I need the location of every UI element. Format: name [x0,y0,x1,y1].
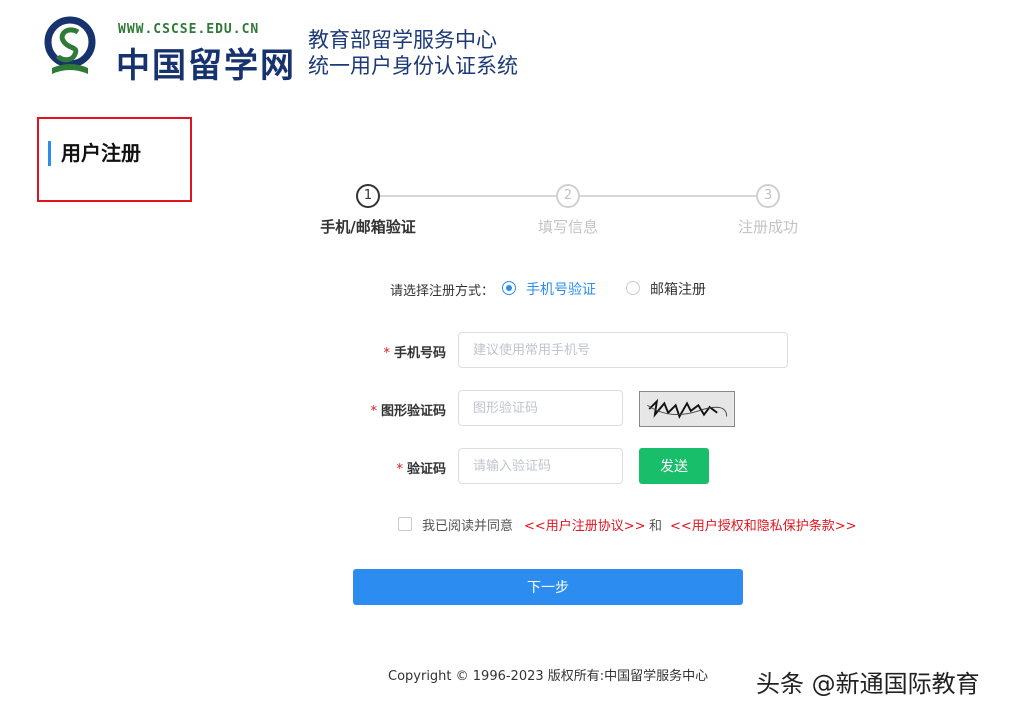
captcha-image[interactable] [639,391,735,427]
agree-checkbox[interactable] [398,517,412,531]
step-2-label: 填写信息 [537,218,598,236]
code-input[interactable] [458,448,623,484]
step-connector-2 [580,195,756,197]
privacy-terms-link[interactable]: <<用户授权和隐私保护条款>> [670,515,857,534]
system-title-line1: 教育部留学服务中心 [308,28,497,52]
radio-phone-label[interactable]: 手机号验证 [526,279,596,299]
required-mark: * [396,462,403,477]
phone-label: * 手机号码 [346,342,446,361]
cscse-logo-icon [44,16,96,74]
step-1-label: 手机/邮箱验证 [320,218,416,236]
radio-phone[interactable] [502,281,516,295]
code-label-text: 验证码 [406,462,446,477]
phone-label-text: 手机号码 [393,346,446,361]
captcha-input[interactable] [458,390,623,426]
user-agreement-link[interactable]: <<用户注册协议>> [524,515,646,534]
step-3-circle: 3 [756,184,780,208]
phone-input[interactable] [458,332,788,368]
code-label: * 验证码 [346,458,446,477]
agree-text: 我已阅读并同意 [422,519,514,534]
captcha-label-text: 图形验证码 [380,404,446,419]
logo-url-text: WWW.CSCSE.EDU.CN [118,22,260,37]
page-title: 用户注册 [61,141,141,165]
system-title-line2: 统一用户身份认证系统 [308,54,518,78]
required-mark: * [383,346,390,361]
next-step-button[interactable]: 下一步 [353,569,743,605]
method-label: 请选择注册方式： [390,284,495,299]
step-3-label: 注册成功 [737,218,798,236]
captcha-label: * 图形验证码 [346,400,446,419]
agree-conjunction: 和 [649,519,663,534]
system-title: 教育部留学服务中心 统一用户身份认证系统 [308,27,518,79]
radio-email-label[interactable]: 邮箱注册 [650,279,706,299]
radio-email[interactable] [626,281,640,295]
logo-name-text: 中国留学网 [116,46,296,86]
required-mark: * [370,404,377,419]
watermark-text: 头条 @新通国际教育 [756,670,980,698]
step-1-circle: 1 [356,184,380,208]
title-accent-bar [48,141,51,166]
send-code-button[interactable]: 发送 [639,448,709,484]
step-connector-1 [380,195,556,197]
copyright-text: Copyright © 1996-2023 版权所有:中国留学服务中心 [388,669,709,684]
step-2-circle: 2 [556,184,580,208]
